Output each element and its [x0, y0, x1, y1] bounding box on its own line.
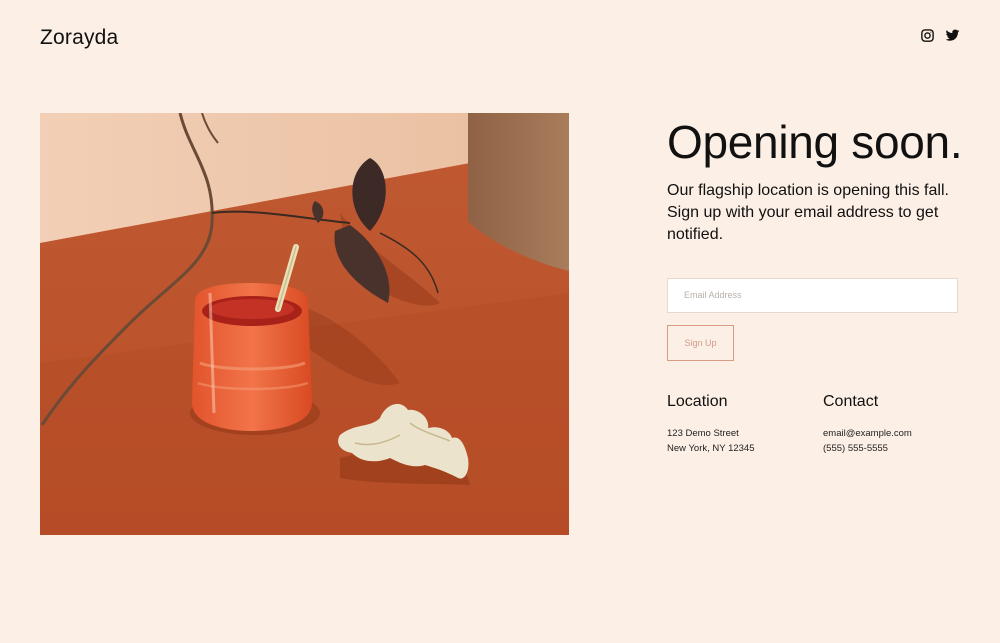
location-block: Location 123 Demo Street New York, NY 12… [667, 393, 823, 456]
brand-logo[interactable]: Zorayda [40, 26, 118, 50]
signup-panel: Opening soon. Our flagship location is o… [667, 113, 963, 456]
location-heading: Location [667, 392, 728, 410]
contact-block: Contact email@example.com (555) 555-5555 [823, 393, 958, 456]
contact-phone[interactable]: (555) 555-5555 [823, 441, 958, 456]
info-section: Location 123 Demo Street New York, NY 12… [667, 393, 958, 456]
juice-still-life-illustration [40, 113, 569, 535]
social-links [920, 28, 960, 43]
address-line-2: New York, NY 12345 [667, 442, 755, 454]
email-field[interactable] [667, 277, 958, 313]
hero-image [40, 113, 569, 535]
contact-email[interactable]: email@example.com [823, 426, 958, 441]
page-description: Our flagship location is opening this fa… [667, 181, 949, 244]
twitter-icon[interactable] [945, 28, 960, 43]
address-line-1: 123 Demo Street [667, 427, 739, 439]
instagram-icon[interactable] [920, 28, 935, 43]
contact-heading: Contact [823, 392, 879, 410]
sign-up-button[interactable]: Sign Up [667, 324, 734, 361]
page-title: Opening soon. [667, 116, 963, 168]
